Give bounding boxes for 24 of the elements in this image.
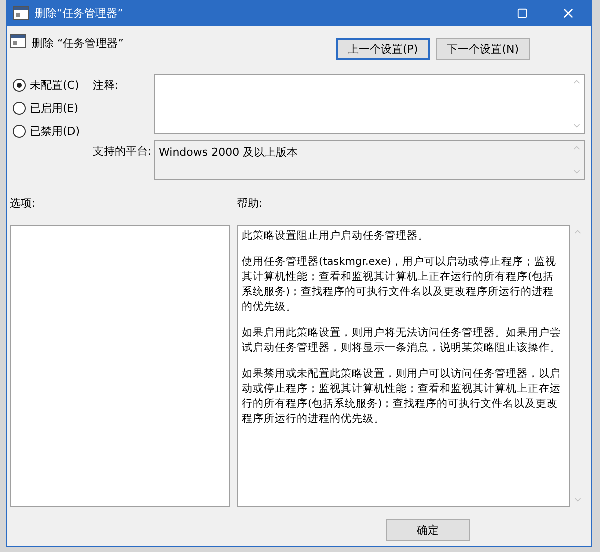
platform-field: Windows 2000 及以上版本: [154, 140, 585, 180]
help-paragraph: 如果启用此策略设置，则用户将无法访问任务管理器。如果用户尝试启动任务管理器，则将显示一条消息，说明某策略阻止该操作。: [242, 326, 562, 356]
help-paragraph: 此策略设置阻止用户启动任务管理器。: [242, 229, 430, 244]
comment-label: 注释:: [93, 78, 120, 94]
policy-icon: [10, 34, 26, 48]
radio-button[interactable]: [13, 102, 26, 115]
radio-button[interactable]: [13, 79, 26, 92]
radio-button[interactable]: [13, 125, 26, 138]
help-paragraph: 使用任务管理器(taskmgr.exe)，用户可以启动或停止程序；监视其计算机性能；查看和监视其计算机上正在运行的所有程序(包括系统服务)；查找程序的可执行文件名以及更改程序所运行的进程的优先级。: [242, 255, 558, 315]
radio-label[interactable]: 已启用(E): [30, 101, 79, 116]
ok-button[interactable]: 确定: [386, 519, 470, 541]
window-icon: [13, 6, 29, 20]
help-label: 帮助:: [237, 196, 264, 211]
maximize-icon: [516, 8, 528, 18]
options-label: 选项:: [10, 196, 37, 211]
help-paragraph: 如果禁用或未配置此策略设置，则用户可以访问任务管理器，以启动或停止程序；监视其计算机性能；查看和监视其计算机上正在运行的所有程序(包括系统服务)；查找程序的可执行文件名以及更改程序所运行的进程的优先级。: [242, 367, 562, 427]
radio-label[interactable]: 已禁用(D): [30, 124, 80, 139]
platform-label: 支持的平台:: [93, 144, 153, 160]
next-setting-button[interactable]: 下一个设置(N): [436, 38, 530, 60]
previous-setting-button[interactable]: 上一个设置(P): [336, 38, 430, 60]
policy-title: 删除 “任务管理器”: [32, 36, 125, 51]
radio-label[interactable]: 未配置(C): [30, 78, 80, 93]
window-title: 删除“任务管理器”: [35, 6, 124, 20]
comment-field[interactable]: [154, 74, 585, 134]
